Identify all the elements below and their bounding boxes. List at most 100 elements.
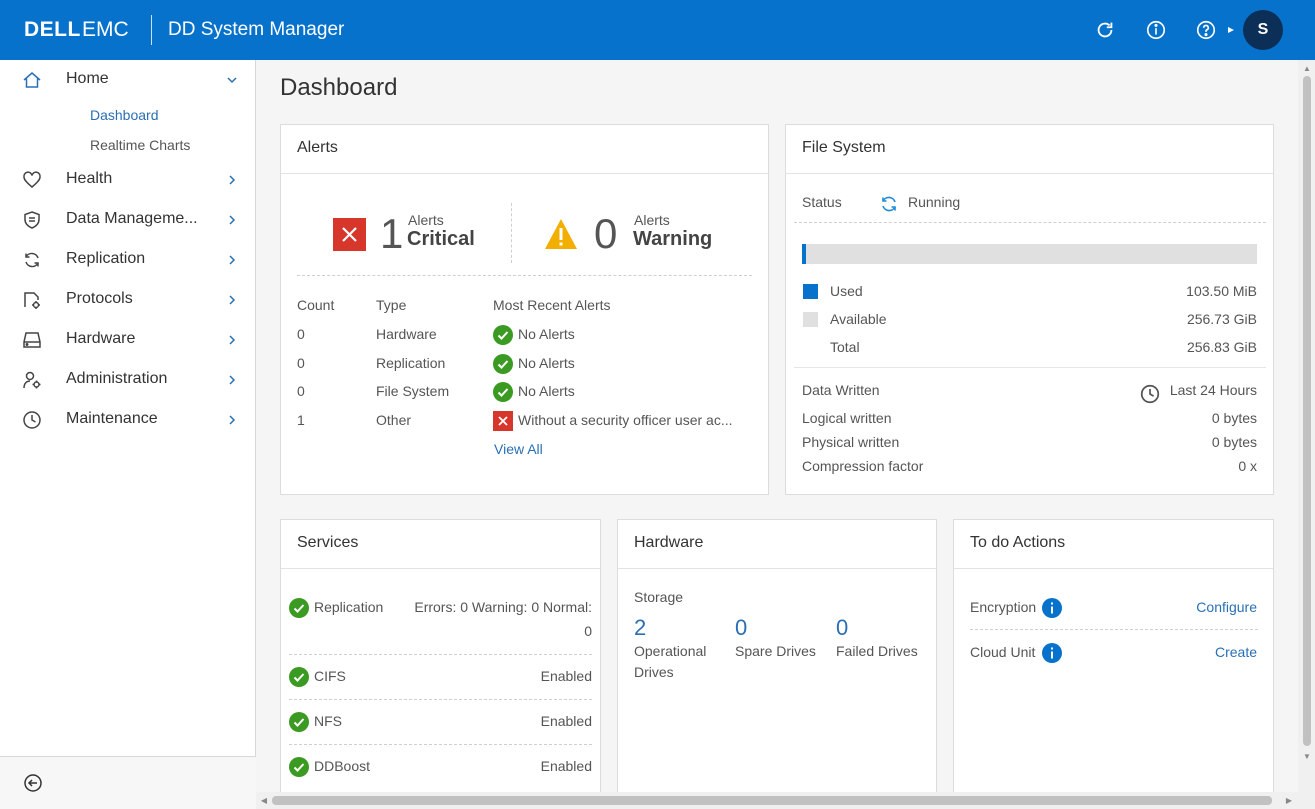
divider: [794, 367, 1266, 368]
sidebar-item-data-management[interactable]: Data Manageme...: [0, 200, 256, 240]
service-status: Errors: 0 Warning: 0 Normal:: [414, 599, 592, 615]
check-circle-icon: [289, 757, 309, 777]
sidebar-item-label: Replication: [66, 250, 146, 267]
usage-bar-fill: [802, 244, 806, 264]
alerts-divider: [511, 203, 512, 263]
alert-row-recent: No Alerts: [518, 383, 575, 399]
services-card: Services Replication Errors: 0 Warning: …: [280, 519, 601, 809]
page-title: Dashboard: [280, 74, 398, 101]
alert-row-recent: No Alerts: [518, 326, 575, 342]
physical-written-value: 0 bytes: [1211, 434, 1257, 450]
help-icon[interactable]: [1195, 19, 1217, 41]
critical-small-icon: [493, 411, 513, 431]
filesystem-card: File System Status Running Used 103.50 M…: [785, 124, 1274, 495]
clock-icon: [1140, 384, 1160, 404]
physical-written-label: Physical written: [802, 434, 900, 450]
protocols-icon: [22, 290, 42, 310]
running-icon: [879, 194, 899, 214]
chevron-right-icon: [224, 172, 240, 188]
info-icon[interactable]: [1145, 19, 1167, 41]
sidebar-item-replication[interactable]: Replication: [0, 240, 256, 280]
help-menu-arrow-icon[interactable]: [1220, 19, 1234, 41]
sidebar-item-label: Health: [66, 170, 113, 187]
warning-label: Warning: [633, 228, 713, 250]
period-selector[interactable]: Last 24 Hours: [1170, 382, 1257, 398]
service-status: Enabled: [540, 758, 592, 774]
failed-drives-count[interactable]: 0: [836, 615, 848, 641]
data-written-label: Data Written: [802, 382, 880, 398]
logical-written-value: 0 bytes: [1211, 410, 1257, 426]
scroll-right-arrow-icon[interactable]: ▶: [1284, 796, 1294, 806]
user-avatar[interactable]: S: [1243, 10, 1283, 50]
alerts-card: Alerts 1 Alerts Critical 0 Alerts Warnin…: [280, 124, 769, 495]
sidebar-collapse-bar: [0, 756, 256, 809]
info-icon[interactable]: [1042, 643, 1062, 663]
collapse-sidebar-icon[interactable]: [22, 772, 44, 794]
sidebar-item-hardware[interactable]: Hardware: [0, 320, 256, 360]
available-label: Available: [830, 311, 887, 327]
administration-icon: [22, 370, 42, 390]
sidebar-item-label: Hardware: [66, 330, 136, 347]
service-status: Enabled: [540, 713, 592, 729]
chevron-right-icon: [224, 332, 240, 348]
sidebar-item-label: Administration: [66, 370, 168, 387]
alert-row-type: File System: [376, 383, 450, 399]
scroll-left-arrow-icon[interactable]: ◀: [259, 796, 269, 806]
service-status-count: 0: [584, 623, 592, 639]
sidebar-item-maintenance[interactable]: Maintenance: [0, 400, 256, 440]
compression-factor-value: 0 x: [1238, 458, 1257, 474]
alert-row-count: 0: [297, 326, 305, 342]
logical-written-label: Logical written: [802, 410, 892, 426]
sidebar-item-label: Protocols: [66, 290, 133, 307]
column-header-count: Count: [297, 297, 335, 313]
sidebar-item-home[interactable]: Home: [0, 60, 256, 100]
spare-drives-count[interactable]: 0: [735, 615, 747, 641]
create-link[interactable]: Create: [1215, 644, 1257, 660]
total-label: Total: [830, 339, 860, 355]
status-value: Running: [908, 194, 961, 210]
critical-icon: [333, 218, 366, 251]
app-title: DD System Manager: [168, 19, 345, 40]
brand-logo-emc: EMC: [82, 18, 129, 41]
scroll-down-arrow-icon[interactable]: ▼: [1302, 752, 1312, 762]
hardware-icon: [22, 330, 42, 350]
warning-count: 0: [594, 210, 618, 257]
todo-actions-card-header: To do Actions: [954, 520, 1273, 569]
view-all-link[interactable]: View All: [494, 441, 543, 457]
top-bar: DELL EMC DD System Manager S: [0, 0, 1315, 60]
alert-row-recent[interactable]: Without a security officer user ac...: [518, 412, 733, 428]
service-name: CIFS: [314, 668, 346, 684]
hardware-card-header: Hardware: [618, 520, 936, 569]
alert-row-type: Hardware: [376, 326, 437, 342]
todo-item-label: Encryption: [970, 599, 1037, 615]
heart-icon: [22, 170, 42, 190]
shield-icon: [22, 210, 42, 230]
vertical-scrollbar-thumb[interactable]: [1303, 76, 1311, 746]
sidebar-sub-realtime-charts[interactable]: Realtime Charts: [90, 137, 190, 153]
sidebar-item-administration[interactable]: Administration: [0, 360, 256, 400]
info-icon[interactable]: [1042, 598, 1062, 618]
sidebar-sub-dashboard[interactable]: Dashboard: [90, 107, 159, 123]
operational-drives-label: Operational: [634, 643, 707, 659]
configure-link[interactable]: Configure: [1196, 599, 1257, 615]
operational-drives-label-2: Drives: [634, 664, 674, 680]
spare-drives-label: Spare Drives: [735, 643, 816, 659]
available-value: 256.73 GiB: [1186, 311, 1257, 327]
operational-drives-count[interactable]: 2: [634, 615, 646, 641]
chevron-right-icon: [224, 372, 240, 388]
check-circle-icon: [289, 598, 309, 618]
sidebar-item-health[interactable]: Health: [0, 160, 256, 200]
replication-icon: [22, 250, 42, 270]
sidebar-item-protocols[interactable]: Protocols: [0, 280, 256, 320]
check-circle-icon: [289, 712, 309, 732]
compression-factor-label: Compression factor: [802, 458, 924, 474]
scroll-up-arrow-icon[interactable]: ▲: [1302, 64, 1312, 74]
sidebar-item-label: Data Manageme...: [66, 210, 198, 227]
horizontal-scrollbar-thumb[interactable]: [272, 796, 1272, 805]
refresh-icon[interactable]: [1094, 19, 1116, 41]
hardware-card: Hardware Storage 2 Operational Drives 0 …: [617, 519, 937, 809]
chevron-right-icon: [224, 412, 240, 428]
card-title: To do Actions: [970, 534, 1066, 551]
card-title: Alerts: [297, 139, 338, 156]
storage-label: Storage: [634, 589, 684, 605]
